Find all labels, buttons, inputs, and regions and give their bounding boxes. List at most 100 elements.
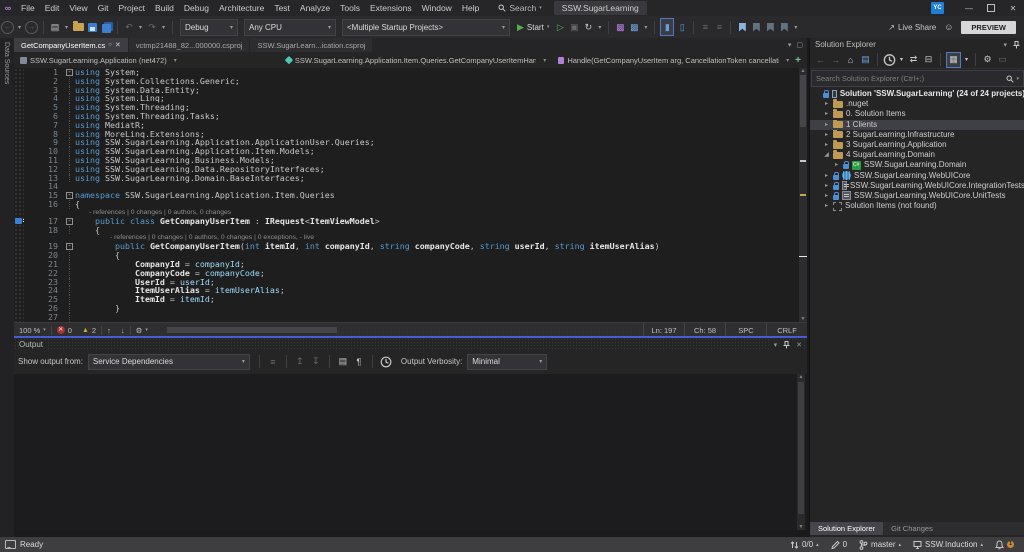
next-issue-icon[interactable]: ↓	[116, 323, 130, 337]
tree-collapse-icon[interactable]: ▸	[823, 120, 830, 130]
fold-gutter[interactable]	[64, 138, 75, 147]
breakpoint-margin[interactable]	[14, 138, 24, 147]
output-vertical-scrollbar[interactable]: ▲ ▼	[797, 374, 805, 530]
tree-item[interactable]: Solution 'SSW.SugarLearning' (24 of 24 p…	[810, 89, 1024, 99]
menu-item-test[interactable]: Test	[269, 0, 295, 16]
navigate-back-icon[interactable]: ←	[1, 21, 14, 34]
new-project-dropdown-icon[interactable]: ▾	[63, 19, 70, 35]
tab-close-icon[interactable]: ✕	[115, 41, 121, 49]
start-debugging-button[interactable]: ▶ Start ▾	[517, 22, 549, 33]
solution-explorer-search[interactable]: Search Solution Explorer (Ctrl+;) ▾	[811, 70, 1024, 87]
redo-icon[interactable]: ↷	[146, 19, 158, 35]
tree-collapse-icon[interactable]: ▸	[823, 171, 830, 181]
redo-dropdown-icon[interactable]: ▾	[160, 19, 167, 35]
code-line[interactable]: 17- public class GetCompanyUserItem : IR…	[14, 217, 807, 226]
pin-icon[interactable]	[1013, 41, 1020, 49]
tree-item[interactable]: ▸Solution Items (not found)	[810, 201, 1024, 211]
fold-gutter[interactable]	[64, 112, 75, 121]
previous-bookmark-icon[interactable]	[750, 19, 762, 35]
preview-selected-icon[interactable]: ▭	[996, 53, 1009, 67]
hscrollbar-thumb[interactable]	[167, 327, 337, 333]
menu-item-tools[interactable]: Tools	[335, 0, 365, 16]
menu-item-git[interactable]: Git	[93, 0, 114, 16]
tree-collapse-icon[interactable]: ▸	[833, 160, 840, 170]
tree-item[interactable]: ▸0. Solution Items	[810, 109, 1024, 119]
breadcrumb-project[interactable]: SSW.SugarLearning.Application (net472)▾	[14, 52, 280, 68]
document-tab[interactable]: SSW.SugarLearn...ication.csproj	[250, 38, 372, 52]
solution-platform-combo[interactable]: Any CPU▾	[244, 19, 336, 36]
show-all-files-icon[interactable]: ▦	[946, 52, 961, 68]
menu-item-analyze[interactable]: Analyze	[295, 0, 335, 16]
tree-item[interactable]: ▸1 Clients	[810, 120, 1024, 130]
fold-gutter[interactable]	[64, 304, 75, 313]
undo-dropdown-icon[interactable]: ▾	[137, 19, 144, 35]
breadcrumb-member[interactable]: Handle(GetCompanyUserItem arg, Cancellat…	[552, 52, 795, 68]
filter-dropdown-icon[interactable]: ▾	[898, 53, 905, 67]
tree-item[interactable]: ▸SSW.SugarLearning.WebUICore.Integration…	[810, 181, 1024, 191]
breakpoint-margin[interactable]	[14, 112, 24, 121]
fold-collapse-icon[interactable]: -	[66, 243, 73, 250]
open-folder-icon[interactable]	[72, 19, 84, 35]
fold-gutter[interactable]	[64, 174, 75, 183]
breakpoint-margin[interactable]	[14, 242, 24, 251]
fold-gutter[interactable]: -	[64, 68, 75, 77]
tree-collapse-icon[interactable]: ▸	[823, 109, 830, 119]
document-tab[interactable]: vctmp21488_82...000000.csproj	[129, 38, 250, 52]
test-dropdown-icon[interactable]: ▾	[642, 19, 649, 35]
breakpoint-margin[interactable]	[14, 103, 24, 112]
tree-item[interactable]: ▸SSW.SugarLearning.WebUICore.UnitTests	[810, 191, 1024, 201]
fold-gutter[interactable]	[64, 260, 75, 269]
document-tab[interactable]: GetCompanyUserItem.cs○✕	[14, 38, 128, 52]
fold-gutter[interactable]	[64, 94, 75, 103]
code-line[interactable]: 15-namespace SSW.SugarLearning.Applicati…	[14, 191, 807, 200]
tab-list-icon[interactable]: ▾	[788, 41, 792, 49]
fold-collapse-icon[interactable]: -	[66, 218, 73, 225]
properties-icon[interactable]: ⚙	[981, 53, 994, 67]
code-editor[interactable]: 1-using System;2using System.Collections…	[14, 68, 807, 322]
solution-explorer-header[interactable]: Solution Explorer ▾	[810, 38, 1024, 51]
close-button[interactable]: ✕	[1002, 0, 1024, 16]
code-line[interactable]: 16{	[14, 200, 807, 209]
fold-gutter[interactable]	[64, 251, 75, 260]
window-position-icon[interactable]: ▾	[1003, 41, 1007, 49]
nav-back-icon[interactable]: ←	[814, 53, 827, 67]
show-all-dropdown-icon[interactable]: ▾	[963, 53, 970, 67]
zoom-combo[interactable]: 100 % ▾	[14, 323, 51, 337]
breakpoint-margin[interactable]	[14, 165, 24, 174]
menu-item-window[interactable]: Window	[417, 0, 457, 16]
fold-gutter[interactable]	[64, 86, 75, 95]
user-avatar[interactable]: YC	[931, 2, 944, 14]
scroll-up-icon[interactable]: ▲	[799, 68, 807, 74]
data-sources-tab[interactable]: Data Sources	[3, 42, 10, 84]
tab-pin-icon[interactable]: ○	[108, 42, 112, 48]
debug-target-icon[interactable]: ▯	[676, 19, 688, 35]
fold-gutter[interactable]	[64, 295, 75, 304]
breakpoint-margin[interactable]	[14, 156, 24, 165]
home-icon[interactable]: ⌂	[844, 53, 857, 67]
fold-gutter[interactable]: -	[64, 242, 75, 251]
tool-window-tab[interactable]: Git Changes	[883, 522, 941, 535]
tool-window-tab[interactable]: Solution Explorer	[810, 522, 883, 535]
switch-views-icon[interactable]: ▤	[859, 53, 872, 67]
fold-gutter[interactable]	[64, 182, 75, 191]
tree-item[interactable]: ▸3 SugarLearning.Application	[810, 140, 1024, 150]
menu-item-debug[interactable]: Debug	[179, 0, 214, 16]
timestamp-icon[interactable]	[380, 354, 392, 370]
fold-gutter[interactable]	[64, 286, 75, 295]
fold-gutter[interactable]	[64, 147, 75, 156]
code-line[interactable]: 18 {	[14, 226, 807, 235]
breakpoint-margin[interactable]	[14, 295, 24, 304]
attach-to-process-icon[interactable]: ▣	[568, 19, 580, 35]
solution-name-badge[interactable]: SSW.SugarLearning	[554, 1, 647, 15]
notifications[interactable]: 1	[995, 540, 1014, 550]
fold-gutter[interactable]	[64, 103, 75, 112]
toolbar-overflow-icon[interactable]: ▾	[792, 19, 799, 35]
fold-gutter[interactable]	[64, 130, 75, 139]
tree-item[interactable]: ▸SSW.SugarLearning.WebUICore	[810, 171, 1024, 181]
git-branch[interactable]: master▴	[859, 540, 901, 550]
breadcrumb-type[interactable]: SSW.SugarLearning.Application.Item.Queri…	[280, 52, 552, 68]
tree-collapse-icon[interactable]: ▸	[823, 99, 830, 109]
navigate-back-dropdown-icon[interactable]: ▾	[16, 19, 23, 35]
startup-projects-combo[interactable]: <Multiple Startup Projects>▾	[342, 19, 510, 36]
preview-button[interactable]: PREVIEW	[961, 21, 1016, 34]
